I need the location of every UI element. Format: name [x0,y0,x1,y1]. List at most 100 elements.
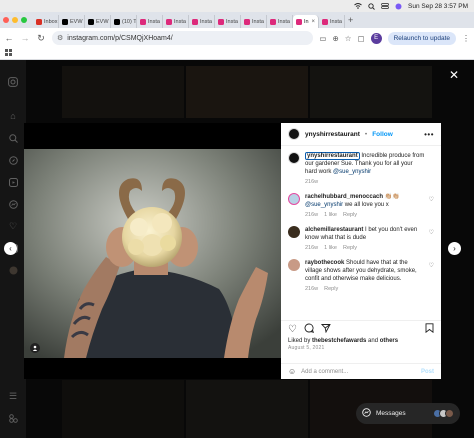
liked-by-others[interactable]: others [380,338,398,344]
browser-tab[interactable]: Insta [163,15,189,28]
caption-username[interactable]: ynyshirrestaurant [305,152,360,160]
window-controls [3,17,27,23]
browser-tab[interactable]: Insta [241,15,267,28]
messages-pill[interactable]: Messages [356,403,460,424]
browser-tab[interactable]: Insta [319,15,345,28]
post-comment-button[interactable]: Post [421,369,434,375]
browser-tab[interactable]: Insta [137,15,163,28]
apps-grid-icon[interactable] [5,49,12,58]
comment-reply-button[interactable]: Reply [343,244,357,252]
instagram-icon [296,18,302,25]
author-username[interactable]: ynyshirrestaurant [305,131,360,138]
forward-arrow-icon[interactable]: → [20,33,30,43]
comment-likes[interactable]: 1 like [324,244,337,252]
site-info-icon[interactable]: ⚙ [57,34,63,42]
tab-label: Inbox [44,18,58,25]
comment-username[interactable]: alchemillarestaurant [305,227,363,233]
tab-label: Insta [200,18,212,25]
like-comment-heart-icon[interactable]: ♡ [429,262,434,269]
caption-mention[interactable]: @sue_ynyshir [333,169,371,175]
zoom-icon[interactable]: ⊕ [332,34,338,43]
browser-tab-strip: Inbox EVW EVW (10) T Insta Insta Insta Insta Ins… [0,12,474,28]
save-bookmark-icon[interactable] [425,323,434,336]
x-icon [114,18,120,25]
liked-by-and: and [366,338,380,344]
close-tab-icon[interactable]: × [311,19,315,25]
browser-tab[interactable]: Inbox [33,15,59,28]
like-comment-heart-icon[interactable]: ♡ [429,229,434,236]
browser-tab[interactable]: EVW [85,15,111,28]
zoom-window-button[interactable] [21,17,27,23]
follow-button[interactable]: Follow [372,131,393,138]
comment-username[interactable]: raybothecook [305,260,344,266]
share-paper-plane-icon[interactable] [320,323,331,336]
liked-by-user[interactable]: thebestchefawards [312,338,366,344]
like-comment-heart-icon[interactable]: ♡ [429,196,434,203]
post-image-area[interactable] [24,123,281,379]
next-post-arrow-icon[interactable]: › [448,242,461,255]
bookmark-star-icon[interactable]: ☆ [345,34,352,43]
bookmarks-bar [0,48,474,60]
menubar-datetime[interactable]: Sun Sep 28 3:57 PM [408,3,468,10]
commenter-avatar[interactable] [288,193,300,205]
install-app-icon[interactable]: ▭ [319,34,326,43]
browser-tab[interactable]: In × [293,15,319,28]
comment-reply-button[interactable]: Reply [343,211,357,219]
comment-username[interactable]: rachelhubbard_menoccach [305,194,383,200]
post-date: August 5, 2021 [288,345,325,351]
chrome-menu-icon[interactable]: ⋮ [462,34,470,43]
url-text[interactable]: instagram.com/p/CSMQjXHoam4/ [67,35,308,42]
browser-tab[interactable]: Insta [267,15,293,28]
instagram-icon [270,18,276,25]
previous-post-arrow-icon[interactable]: ‹ [4,242,17,255]
close-modal-icon[interactable]: ✕ [449,68,459,82]
messages-icon [362,408,371,419]
extensions-icon[interactable]: ▢ [358,34,365,43]
commenter-avatar[interactable] [288,226,300,238]
omnibox[interactable]: ⚙ instagram.com/p/CSMQjXHoam4/ [52,31,314,45]
comment-mention[interactable]: @sue_ynyshir [305,202,343,208]
new-tab-plus-icon[interactable]: + [348,15,353,25]
close-window-button[interactable] [3,17,9,23]
comments-list[interactable]: ynyshirrestaurant Incredible produce fro… [281,146,441,320]
tagged-people-icon[interactable] [30,343,40,353]
back-arrow-icon[interactable]: ← [4,33,14,43]
instagram-icon [192,18,198,25]
search-icon[interactable] [368,2,375,10]
profile-avatar[interactable]: E [370,32,382,44]
comment-text: 👏🏼👏🏼 [383,194,400,200]
browser-tab[interactable]: (10) T [111,15,137,28]
browser-tab[interactable]: Insta [189,15,215,28]
comment-likes[interactable]: 1 like [324,211,337,219]
menu-bar: Sun Sep 28 3:57 PM [0,0,474,12]
add-comment-input[interactable]: Add a comment... [301,369,416,375]
post-options-icon[interactable]: ••• [424,130,434,139]
post-header: ynyshirrestaurant • Follow ••• [281,123,441,146]
emoji-picker-icon[interactable]: ☺ [288,367,296,376]
commenter-avatar[interactable] [288,259,300,271]
siri-icon[interactable] [395,3,402,10]
comment-time: 216w [305,212,319,218]
browser-tab[interactable]: EVW [59,15,85,28]
relaunch-button[interactable]: Relaunch to update [387,31,456,45]
like-heart-icon[interactable]: ♡ [288,324,297,335]
comment-time: 216w [305,245,319,251]
instagram-icon [166,18,172,25]
tab-label: EVW [70,18,83,25]
tab-label: Insta [148,18,160,25]
caption-time: 216w [305,179,319,185]
author-avatar[interactable] [288,128,300,140]
reload-icon[interactable]: ↻ [36,33,46,44]
tab-label: (10) T [122,18,137,25]
comment-reply-button[interactable]: Reply [324,285,338,293]
wifi-icon[interactable] [354,3,362,9]
instagram-icon [218,18,224,25]
tab-label: Insta [252,18,264,25]
browser-tab[interactable]: Insta [215,15,241,28]
caption-author-avatar[interactable] [288,152,300,164]
instagram-icon [244,18,250,25]
control-center-icon[interactable] [381,3,389,9]
x-icon [62,18,68,25]
minimize-window-button[interactable] [12,17,18,23]
comment-bubble-icon[interactable] [304,323,314,336]
